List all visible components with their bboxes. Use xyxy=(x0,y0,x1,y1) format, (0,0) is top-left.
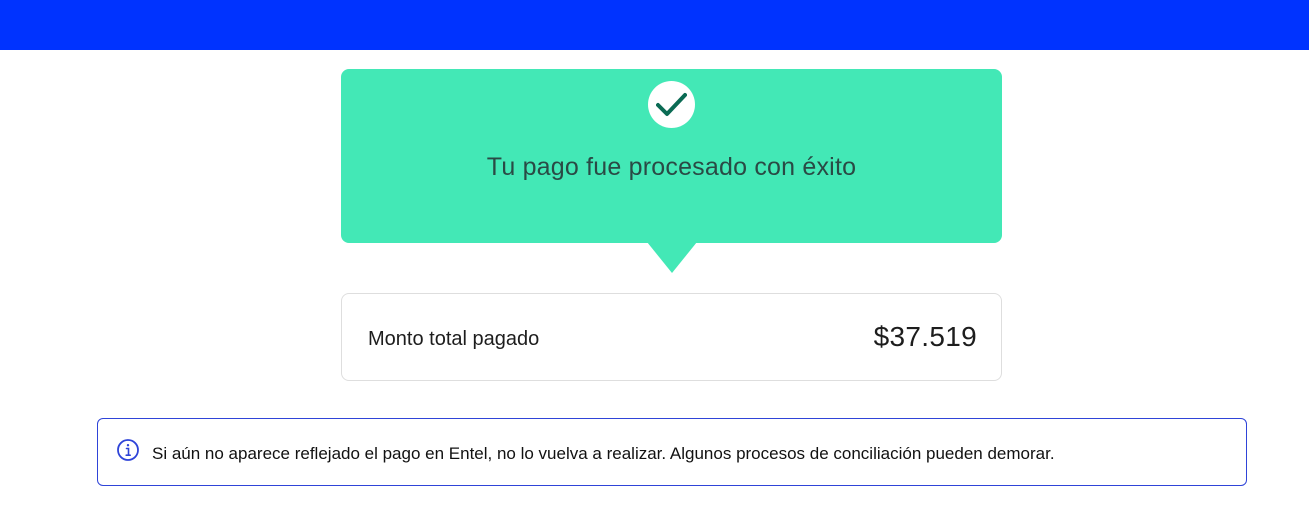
payment-summary-card: Monto total pagado $37.519 xyxy=(341,293,1002,381)
payment-success-title: Tu pago fue procesado con éxito xyxy=(486,153,857,181)
success-card-pointer xyxy=(647,242,697,273)
notice-text: Si aún no aparece reflejado el pago en E… xyxy=(152,444,1055,463)
payment-success-card: Tu pago fue procesado con éxito xyxy=(341,69,1002,243)
top-header-bar xyxy=(0,0,1309,50)
payment-reconciliation-notice: Si aún no aparece reflejado el pago en E… xyxy=(97,418,1247,486)
total-paid-label: Monto total pagado xyxy=(368,328,540,350)
total-paid-amount: $37.519 xyxy=(873,321,977,352)
info-icon xyxy=(116,438,140,462)
success-check-icon xyxy=(648,81,695,128)
payment-confirmation-page: Tu pago fue procesado con éxito Monto to… xyxy=(0,0,1309,516)
